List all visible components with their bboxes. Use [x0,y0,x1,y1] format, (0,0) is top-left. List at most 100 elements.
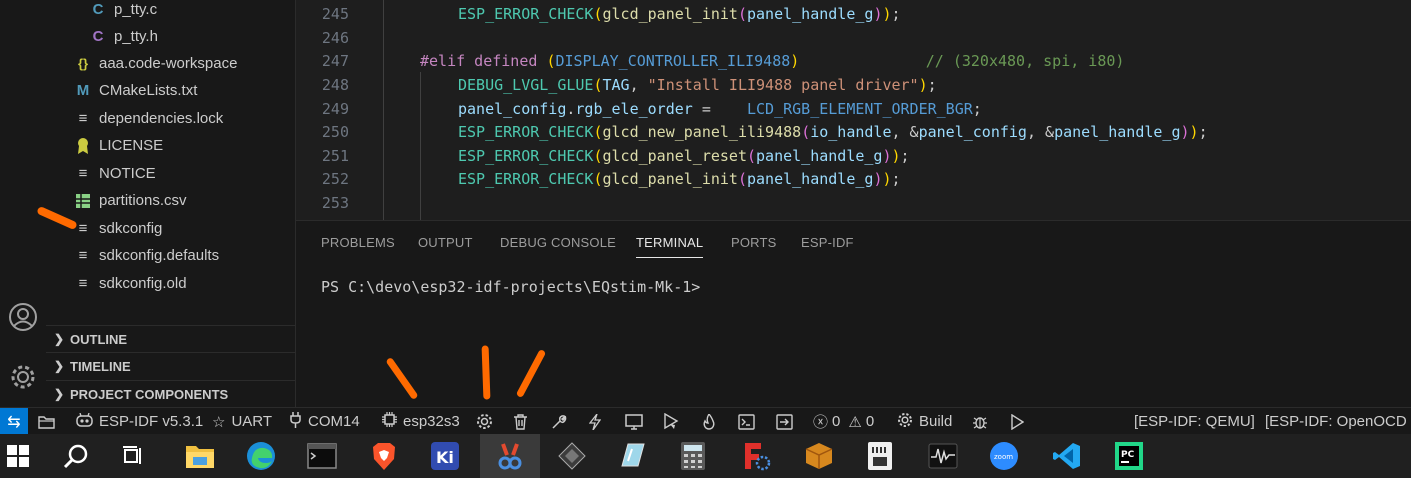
text-file-icon: ≡ [78,110,88,127]
build-button[interactable]: Build [897,408,952,435]
text-file-icon: ≡ [78,275,88,292]
code-line: 252 ESP_ERROR_CHECK(glcd_panel_init(pane… [296,167,1411,191]
file-item[interactable]: Cp_tty.c [88,0,158,23]
upload-icon[interactable] [776,408,793,435]
account-icon[interactable] [0,297,46,337]
zoom-icon[interactable]: zoom [986,438,1022,474]
package-box-icon[interactable] [801,438,837,474]
settings-gear-icon[interactable] [0,357,46,397]
warning-icon: ⚠ [848,413,862,431]
file-name: CMakeLists.txt [99,82,198,99]
file-name: sdkconfig [99,220,163,237]
task-view-icon[interactable] [115,438,151,474]
file-item[interactable]: ≡ sdkconfig.old [73,270,187,297]
bottom-panel: PROBLEMS OUTPUT DEBUG CONSOLE TERMINAL P… [296,220,1411,407]
idf-version-label: ESP-IDF v5.3.1 [99,413,204,430]
terminal-prompt[interactable]: PS C:\devo\esp32-idf-projects\EQstim-Mk-… [321,278,700,296]
tab-debug-console[interactable]: DEBUG CONSOLE [500,235,616,250]
file-name: dependencies.lock [99,110,224,127]
file-name: NOTICE [99,165,156,182]
text-file-icon: ≡ [78,247,88,264]
build-gear-icon [897,412,913,432]
debug-bug-icon[interactable] [972,408,988,435]
terminal-icon[interactable] [738,408,755,435]
code-text: ESP_ERROR_CHECK(glcd_panel_reset(panel_h… [458,147,910,165]
warning-count: 0 [865,413,875,430]
cmake-icon: M [76,82,90,99]
outline-section[interactable]: ❯ OUTLINE [46,325,296,352]
port-button[interactable]: COM14 [289,408,360,435]
license-ribbon-icon [73,137,93,155]
file-item[interactable]: ≡ sdkconfig.defaults [73,242,219,269]
sdkconfig-gear-icon[interactable] [476,408,493,435]
edge-browser-icon[interactable] [243,438,279,474]
c-file-icon: C [92,1,104,18]
uart-button[interactable]: ☆ UART [212,408,272,435]
tab-problems[interactable]: PROBLEMS [321,235,395,250]
vscode-icon[interactable] [1049,438,1085,474]
openocd-button[interactable]: [ESP-IDF: OpenOCD Se [1265,408,1411,435]
file-name: sdkconfig.old [99,275,187,292]
svg-text:Ki: Ki [436,448,454,467]
code-text: ESP_ERROR_CHECK(glcd_new_panel_ili9488(i… [458,123,1208,141]
line-number: 251 [321,147,349,165]
tab-ports[interactable]: PORTS [731,235,777,250]
flame-icon[interactable] [702,408,716,435]
windows-start-icon[interactable] [0,438,36,474]
tab-output[interactable]: OUTPUT [418,235,473,250]
terminal-app-icon[interactable] [304,438,340,474]
line-number: 249 [321,100,349,118]
search-icon[interactable] [58,438,94,474]
star-icon: ☆ [212,413,226,431]
remote-indicator-icon[interactable]: ⇆ [0,408,28,435]
code-line: 250 ESP_ERROR_CHECK(glcd_new_panel_ili94… [296,120,1411,144]
code-line: 253 [296,191,1411,215]
csv-table-icon [73,193,93,208]
target-button[interactable]: esp32s3 [382,408,460,435]
target-label: esp32s3 [403,413,460,430]
file-item[interactable]: ≡ sdkconfig [73,215,163,242]
kicad-icon[interactable]: Ki [427,438,463,474]
file-item[interactable]: LICENSE [73,132,163,159]
uart-label: UART [231,413,273,430]
file-name: sdkconfig.defaults [99,247,220,264]
app-diamond-icon[interactable] [554,438,590,474]
json-braces-icon: {} [77,56,89,71]
timeline-section[interactable]: ❯ TIMELINE [46,352,296,379]
trash-icon[interactable] [513,408,528,435]
run-play-icon[interactable] [1010,408,1024,435]
esp-idf-version-button[interactable]: ESP-IDF v5.3.1 [76,408,203,435]
svg-text:PC: PC [1121,450,1135,460]
plug-icon [289,411,302,432]
file-item[interactable]: partitions.csv [73,187,187,214]
brave-browser-icon[interactable] [366,438,402,474]
file-item[interactable]: ≡ dependencies.lock [73,105,224,132]
problems-button[interactable]: ⓧ 0 ⚠ 0 [813,408,874,435]
pycharm-icon[interactable]: PC [1111,438,1147,474]
fusion-settings-icon[interactable] [738,438,774,474]
monitor-icon[interactable] [625,408,643,435]
calculator-icon[interactable] [675,438,711,474]
file-explorer-icon[interactable] [182,438,218,474]
project-components-section[interactable]: ❯ PROJECT COMPONENTS [46,380,296,407]
file-item[interactable]: ≡ NOTICE [73,160,156,187]
code-editor[interactable]: 245 ESP_ERROR_CHECK(glcd_panel_init(pane… [296,0,1411,220]
line-number: 247 [321,52,349,70]
file-item[interactable]: {} aaa.code-workspace [73,50,237,77]
code-line: 249 panel_config.rgb_ele_order = LCD_RGB… [296,97,1411,121]
tab-terminal[interactable]: TERMINAL [636,235,704,258]
file-item[interactable]: Cp_tty.h [88,23,158,50]
oscilloscope-icon[interactable] [925,438,961,474]
sd-card-icon[interactable] [862,438,898,474]
app-glass-icon[interactable] [614,438,650,474]
qemu-button[interactable]: [ESP-IDF: QEMU] [1134,408,1255,435]
active-app-tools-icon[interactable] [480,434,540,478]
tab-esp-idf[interactable]: ESP-IDF [801,235,854,250]
code-line: 245 ESP_ERROR_CHECK(glcd_panel_init(pane… [296,2,1411,26]
file-name: partitions.csv [99,192,187,209]
debug-target-icon[interactable] [662,408,680,435]
flash-icon[interactable] [589,408,601,435]
wrench-icon[interactable] [551,408,567,435]
file-item[interactable]: M CMakeLists.txt [73,77,198,104]
explorer-folder-icon[interactable] [38,408,55,435]
